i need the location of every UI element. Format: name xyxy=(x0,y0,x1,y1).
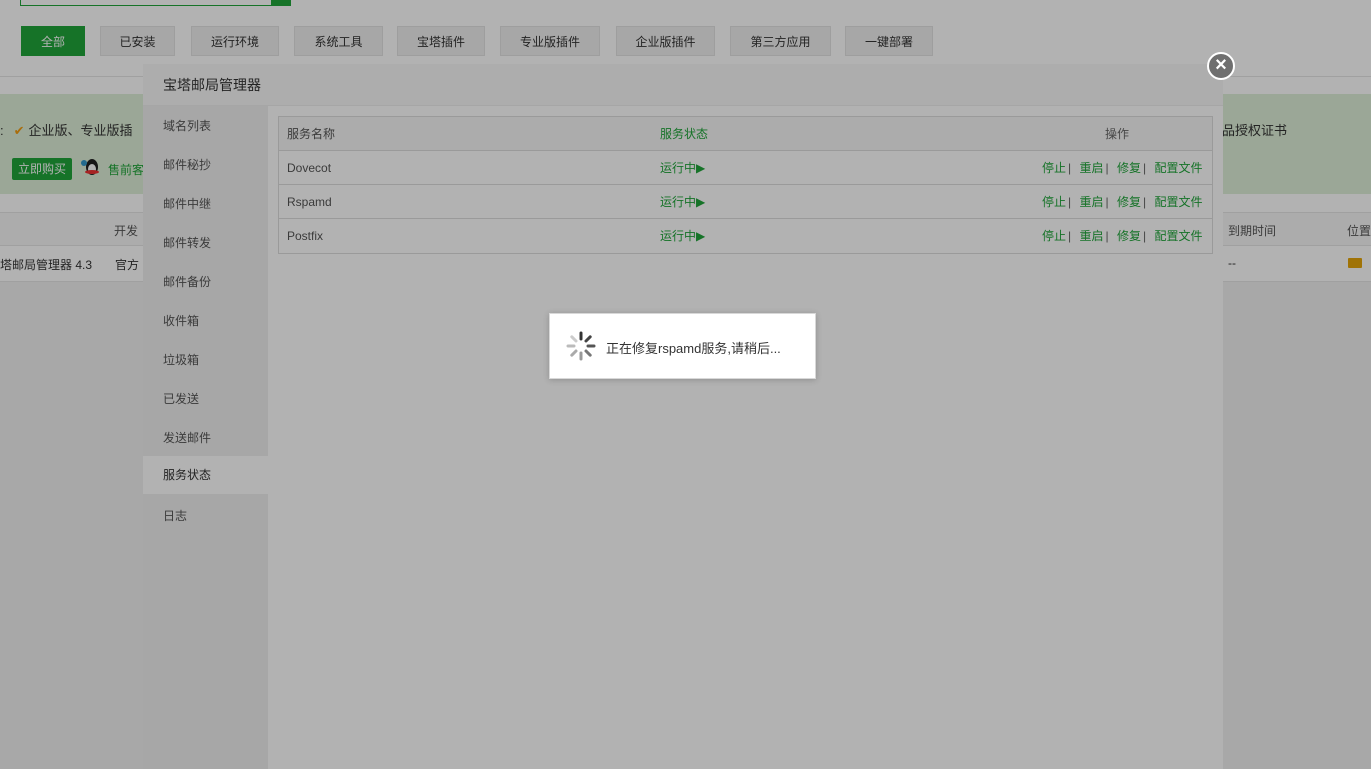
loading-message: 正在修复rspamd服务,请稍后... xyxy=(606,341,781,356)
dialog-overlay xyxy=(143,64,1223,769)
spinner-icon xyxy=(566,331,596,361)
close-icon[interactable]: × xyxy=(1207,52,1235,80)
loading-toast: 正在修复rspamd服务,请稍后... xyxy=(549,313,816,379)
